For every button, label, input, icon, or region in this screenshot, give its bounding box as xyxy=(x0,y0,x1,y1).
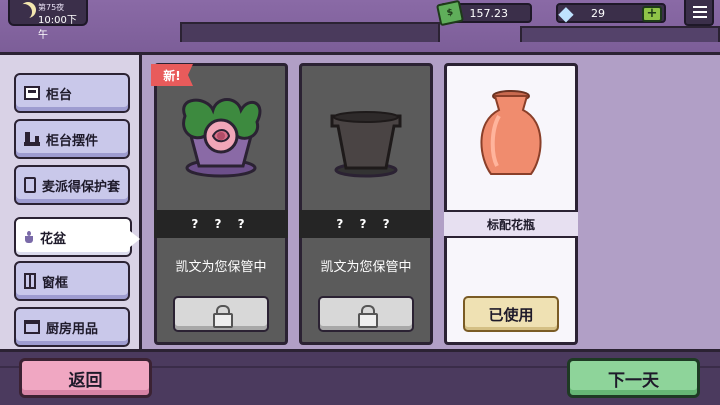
sidebar-item-label: 花盆 xyxy=(40,231,67,247)
sidebar-item-label: 柜台 xyxy=(46,87,73,103)
item-status: 凯文为您保管中 xyxy=(175,260,267,275)
sidebar-item-label: 窗框 xyxy=(42,275,69,291)
lock-icon xyxy=(358,305,378,328)
sidebar-item-kitchen[interactable]: 厨房用品 xyxy=(14,307,130,347)
item-status: 凯文为您保管中 xyxy=(320,260,412,275)
back-button[interactable]: 返回 xyxy=(19,358,152,398)
locked-button[interactable] xyxy=(173,296,269,332)
hamburger-icon xyxy=(693,6,707,8)
black-pot-image xyxy=(302,66,430,206)
cash-icon: $ xyxy=(435,0,465,27)
sidebar-item-counter[interactable]: 柜台 xyxy=(14,73,130,113)
window-icon xyxy=(24,273,36,289)
terracotta-vase-image xyxy=(447,66,575,206)
item-name: ? ? ? xyxy=(299,210,433,238)
sidebar-item-phone-case[interactable]: 麦派得保护套 xyxy=(14,165,130,205)
menu-button[interactable] xyxy=(684,0,714,26)
time-display: 第75夜 10:00下午 xyxy=(8,0,88,41)
phone-case-icon xyxy=(24,177,36,193)
item-card-black-pot[interactable]: ? ? ? 凯文为您保管中 xyxy=(299,63,433,345)
lock-icon xyxy=(213,305,233,328)
shop-panel: 新! ? ? ? 凯文为您保管中 ? ? ? 凯文为您保管中 标配花瓶 已使用 … xyxy=(0,52,720,352)
sidebar-item-window[interactable]: 窗框 xyxy=(14,261,130,301)
cabinet-icon xyxy=(24,86,40,100)
next-day-button[interactable]: 下一天 xyxy=(567,358,700,398)
item-name: ? ? ? xyxy=(154,210,288,238)
item-name: 标配花瓶 xyxy=(444,210,578,238)
buy-gems-button[interactable]: + xyxy=(642,6,662,22)
hamburger-icon xyxy=(693,16,707,18)
clock: 10:00下午 xyxy=(38,15,77,41)
locked-button[interactable] xyxy=(318,296,414,332)
item-card-terracotta-vase[interactable]: 标配花瓶 已使用 xyxy=(444,63,578,345)
sidebar-item-label: 柜台摆件 xyxy=(46,133,99,149)
in-use-button[interactable]: 已使用 xyxy=(463,296,559,332)
hamburger-icon xyxy=(693,11,707,13)
kitchen-icon xyxy=(24,320,40,334)
gem-amount: 29 xyxy=(591,7,605,20)
active-pointer xyxy=(130,231,140,247)
sidebar-item-label: 麦派得保护套 xyxy=(42,179,121,195)
gem-counter: ◆ 29 + xyxy=(556,1,666,25)
money-counter: $ 157.23 xyxy=(435,0,532,27)
rose-pot-image xyxy=(157,66,285,206)
moon-icon xyxy=(16,4,32,20)
background-roof xyxy=(180,22,440,42)
sidebar-item-counter-decor[interactable]: 柜台摆件 xyxy=(14,119,130,159)
sidebar-item-label: 厨房用品 xyxy=(46,321,99,337)
decor-icon xyxy=(24,132,40,146)
item-grid: 新! ? ? ? 凯文为您保管中 ? ? ? 凯文为您保管中 标配花瓶 已使用 xyxy=(142,55,720,349)
item-card-rose-pot[interactable]: 新! ? ? ? 凯文为您保管中 xyxy=(151,63,288,345)
money-amount: 157.23 xyxy=(469,7,509,20)
flowerpot-icon xyxy=(24,231,34,243)
sidebar-item-flowerpot[interactable]: 花盆 xyxy=(14,217,132,257)
new-badge: 新! xyxy=(151,64,193,86)
diamond-icon: ◆ xyxy=(558,1,574,25)
category-sidebar: 柜台 柜台摆件 麦派得保护套 花盆 窗框 厨房用品 xyxy=(0,55,142,349)
background-roof-right xyxy=(520,26,720,42)
